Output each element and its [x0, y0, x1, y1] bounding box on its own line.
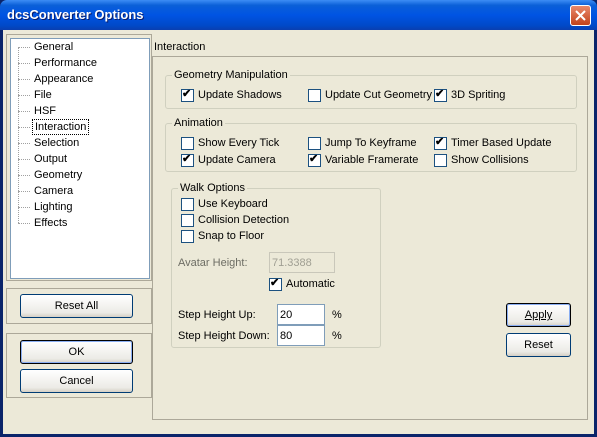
reset-label: Reset [524, 339, 553, 351]
ok-label: OK [68, 346, 85, 358]
tree-item-label: Geometry [34, 169, 83, 181]
tree-item-label: General [34, 41, 74, 53]
step-height-down-field[interactable]: 80 [277, 325, 325, 346]
step-height-up-field[interactable]: 20 [277, 304, 325, 325]
tree-lines [18, 47, 19, 223]
options-window: dcsConverter Options General Performance… [0, 0, 597, 437]
close-icon [575, 10, 586, 21]
checkbox-label: Update Cut Geometry [325, 89, 432, 101]
close-button[interactable] [570, 5, 591, 26]
title-bar[interactable]: dcsConverter Options [0, 0, 597, 30]
step-height-down-unit: % [332, 330, 342, 342]
category-tree[interactable]: General Performance Appearance File HSF … [10, 38, 150, 279]
checkmark-icon: ✔ [435, 88, 445, 100]
checkmark-icon: ✔ [270, 277, 280, 289]
step-height-up-label: Step Height Up: [178, 309, 256, 321]
tree-item-label: File [34, 89, 52, 101]
tree-item-label: Camera [34, 185, 74, 197]
avatar-height-field[interactable]: 71.3388 [269, 252, 335, 273]
avatar-height-label: Avatar Height: [178, 257, 248, 269]
checkbox-label: Snap to Floor [198, 230, 265, 242]
checkbox-label: Timer Based Update [451, 137, 552, 149]
checkbox-label: Jump To Keyframe [325, 137, 417, 149]
checkbox-label: Automatic [286, 278, 335, 290]
dialog-client: General Performance Appearance File HSF … [3, 30, 594, 434]
reset-button[interactable]: Reset [506, 333, 571, 357]
checkbox-label: Collision Detection [198, 214, 290, 226]
checkmark-icon: ✔ [182, 88, 192, 100]
step-height-down-value: 80 [280, 330, 293, 342]
tree-item-label: Performance [34, 57, 97, 69]
checkbox-label: 3D Spriting [451, 89, 506, 101]
step-height-up-value: 20 [280, 309, 293, 321]
tree-item-label: Appearance [34, 73, 94, 85]
group-title: Geometry Manipulation [172, 69, 290, 82]
tree-item-label: Lighting [34, 201, 73, 213]
step-height-down-label: Step Height Down: [178, 330, 270, 342]
checkmark-icon: ✔ [309, 153, 319, 165]
cancel-label: Cancel [59, 375, 94, 387]
tree-item-label: Effects [34, 217, 68, 229]
apply-label: Apply [524, 309, 553, 321]
checkbox-label: Show Every Tick [198, 137, 280, 149]
checkbox-label: Variable Framerate [325, 154, 419, 166]
avatar-height-value: 71.3388 [272, 257, 312, 269]
tree-item-label: Interaction [32, 119, 90, 135]
reset-all-button[interactable]: Reset All [20, 294, 133, 318]
checkmark-icon: ✔ [435, 136, 445, 148]
checkbox-label: Show Collisions [451, 154, 529, 166]
apply-button[interactable]: Apply [506, 303, 571, 327]
page-title: Interaction [154, 41, 206, 53]
ok-button[interactable]: OK [20, 340, 133, 364]
tree-item-label: HSF [34, 105, 56, 117]
reset-all-label: Reset All [54, 300, 99, 312]
checkbox-label: Use Keyboard [198, 198, 268, 210]
tree-item-label: Output [34, 153, 68, 165]
tree-item-label: Selection [34, 137, 80, 149]
step-height-up-unit: % [332, 309, 342, 321]
checkmark-icon: ✔ [182, 153, 192, 165]
group-title: Animation [172, 117, 225, 130]
checkbox-label: Update Shadows [198, 89, 282, 101]
cancel-button[interactable]: Cancel [20, 369, 133, 393]
window-title: dcsConverter Options [7, 7, 144, 22]
group-title: Walk Options [178, 182, 248, 195]
checkbox-label: Update Camera [198, 154, 276, 166]
